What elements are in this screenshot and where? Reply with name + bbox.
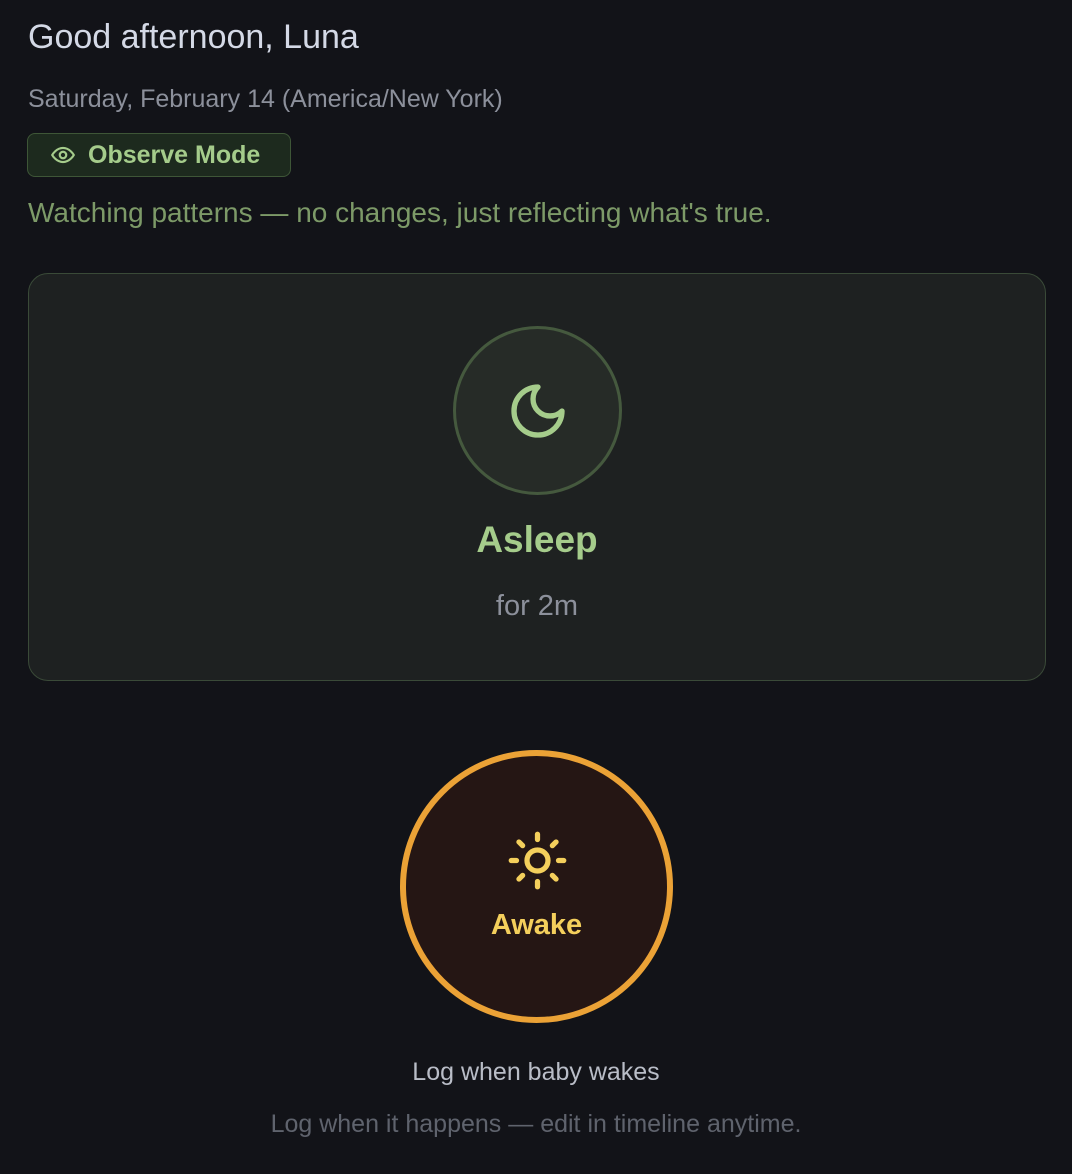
sleep-duration: for 2m: [495, 590, 579, 622]
home-screen: Good afternoon, Luna Saturday, February …: [0, 0, 1072, 1174]
sleep-state-label: Asleep: [476, 519, 598, 560]
action-subhint: Log when it happens — edit in timeline a…: [270, 1110, 802, 1138]
observe-mode-badge[interactable]: Observe Mode: [27, 133, 291, 177]
status-icon-circle: [453, 326, 622, 495]
awake-button[interactable]: Awake: [400, 750, 673, 1023]
mode-label: Observe Mode: [88, 140, 261, 169]
action-hint: Log when baby wakes: [412, 1058, 660, 1086]
awake-button-label: Awake: [490, 909, 583, 941]
eye-icon: [50, 142, 76, 168]
mode-description: Watching patterns — no changes, just ref…: [28, 197, 772, 228]
moon-icon: [510, 383, 565, 438]
greeting-title: Good afternoon, Luna: [28, 18, 359, 56]
sleep-status-card: Asleep for 2m: [28, 273, 1046, 681]
date-subtitle: Saturday, February 14 (America/New York): [28, 85, 503, 113]
sun-icon: [508, 831, 567, 890]
